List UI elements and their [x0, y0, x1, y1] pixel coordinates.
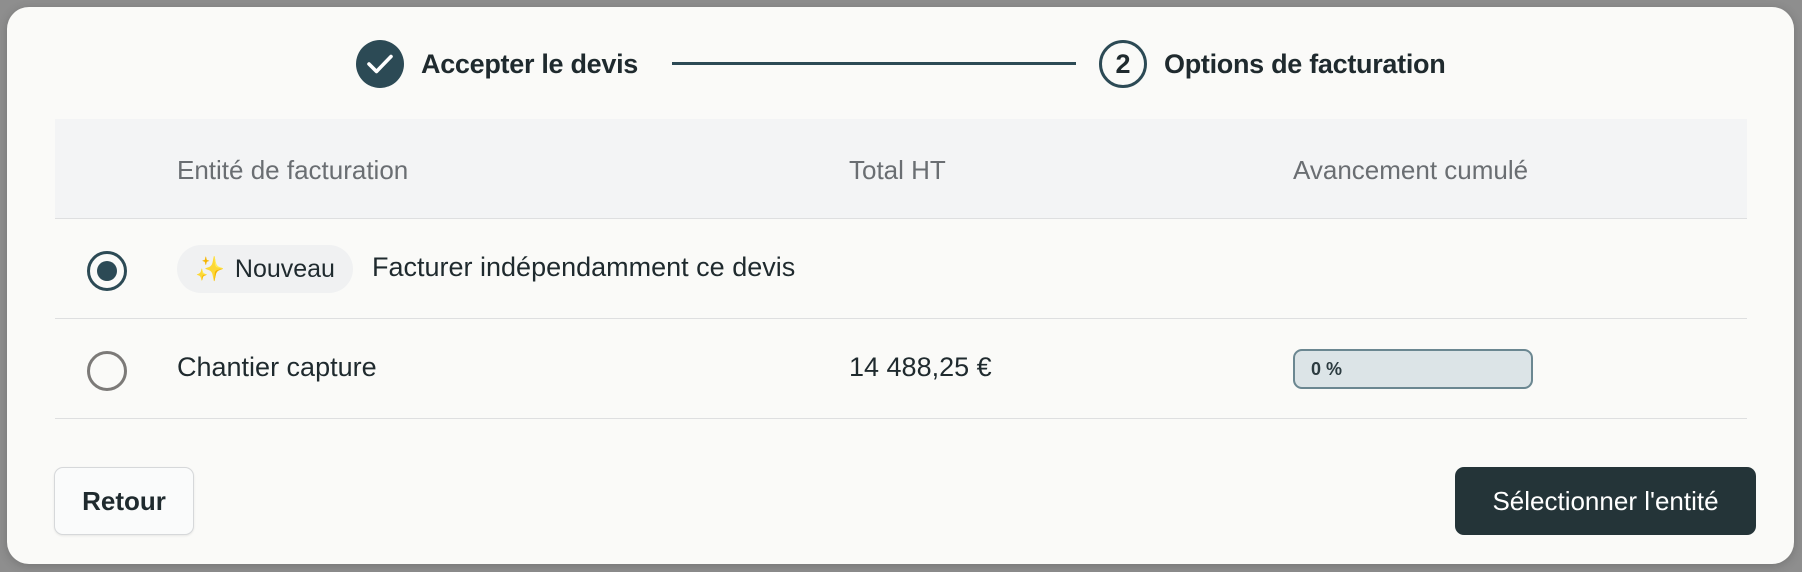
table-row[interactable]: Chantier capture 14 488,25 € 0 %: [55, 319, 1747, 419]
entity-label: Chantier capture: [177, 352, 377, 382]
column-header-progress: Avancement cumulé: [1293, 155, 1529, 185]
radio-unselected[interactable]: [87, 351, 127, 391]
new-badge: ✨ Nouveau: [177, 245, 353, 293]
billing-modal: Accepter le devis 2 Options de facturati…: [7, 7, 1794, 564]
entity-label: Facturer indépendamment ce devis: [372, 252, 796, 282]
total-ht-value: 14 488,25 €: [849, 352, 992, 382]
badge-label: Nouveau: [234, 254, 335, 283]
sparkles-icon: ✨: [195, 255, 225, 283]
select-entity-button[interactable]: Sélectionner l'entité: [1455, 467, 1756, 535]
back-button[interactable]: Retour: [54, 467, 194, 535]
table-header: Entité de facturation Total HT Avancemen…: [55, 119, 1747, 219]
step-billing-options: 2 Options de facturation: [1099, 40, 1446, 88]
step-connector: [672, 62, 1076, 65]
radio-selected[interactable]: [87, 251, 127, 291]
table-row[interactable]: ✨ Nouveau Facturer indépendamment ce dev…: [55, 219, 1747, 319]
step-label: Accepter le devis: [421, 48, 639, 79]
check-icon: [356, 40, 404, 88]
billing-entity-table: Entité de facturation Total HT Avancemen…: [55, 119, 1747, 419]
column-header-total: Total HT: [849, 155, 946, 185]
step-number: 2: [1099, 40, 1147, 88]
progress-bar: 0 %: [1293, 349, 1533, 389]
step-label: Options de facturation: [1164, 48, 1446, 79]
column-header-entity: Entité de facturation: [177, 155, 409, 185]
progress-label: 0 %: [1311, 359, 1343, 379]
stepper: Accepter le devis 2 Options de facturati…: [7, 7, 1794, 117]
step-accept-quote: Accepter le devis: [356, 40, 638, 88]
